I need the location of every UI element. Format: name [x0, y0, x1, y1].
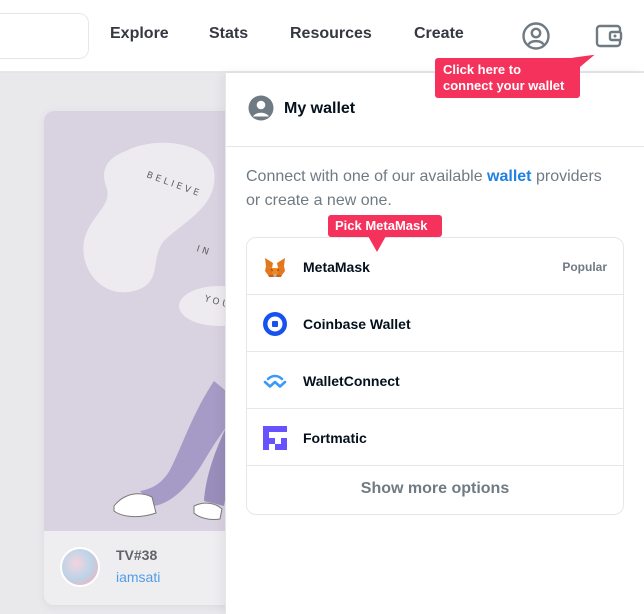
nav-link-stats[interactable]: Stats — [209, 25, 248, 43]
wallet-option-label: WalletConnect — [303, 373, 400, 389]
wallet-option-fortmatic[interactable]: Fortmatic — [247, 409, 623, 466]
popular-badge: Popular — [562, 260, 607, 274]
connect-tooltip-line-1: Click here to — [443, 62, 522, 77]
fortmatic-icon — [263, 426, 287, 450]
show-more-options-button[interactable]: Show more options — [247, 466, 623, 514]
wallet-panel-title: My wallet — [284, 100, 356, 117]
wallet-panel: My wallet Connect with one of our availa… — [225, 73, 644, 614]
background-overlay — [0, 73, 226, 614]
pick-tooltip-arrow — [368, 236, 386, 252]
nav-link-resources[interactable]: Resources — [290, 25, 372, 43]
account-icon[interactable] — [521, 21, 551, 51]
wallet-option-walletconnect[interactable]: WalletConnect — [247, 352, 623, 409]
coinbase-wallet-icon — [263, 312, 287, 336]
wallet-intro-text: Connect with one of our available wallet… — [246, 165, 616, 213]
pick-metamask-tooltip: Pick MetaMask — [328, 215, 442, 237]
nav-link-create[interactable]: Create — [414, 25, 464, 43]
search-input[interactable] — [0, 13, 89, 59]
background-page: BELIEVE IN YOU TV#38 iamsati — [0, 73, 226, 614]
wallet-option-label: Fortmatic — [303, 430, 367, 446]
nav-link-explore[interactable]: Explore — [110, 25, 169, 43]
wallet-provider-list: MetaMask Popular Coinbase Wallet WalletC… — [246, 237, 624, 515]
walletconnect-icon — [263, 369, 287, 393]
connect-wallet-tooltip: Click here to connect your wallet — [435, 58, 580, 98]
wallet-info-link[interactable]: wallet — [487, 168, 531, 185]
metamask-fox-icon — [263, 255, 287, 279]
wallet-option-coinbase[interactable]: Coinbase Wallet — [247, 295, 623, 352]
wallet-option-label: Coinbase Wallet — [303, 316, 411, 332]
wallet-option-metamask[interactable]: MetaMask Popular — [247, 238, 623, 295]
wallet-icon[interactable] — [594, 21, 624, 51]
intro-text-start: Connect with one of our available — [246, 168, 488, 185]
user-circle-icon — [248, 95, 274, 121]
wallet-option-label: MetaMask — [303, 259, 370, 275]
connect-tooltip-line-2: connect your wallet — [443, 78, 565, 93]
